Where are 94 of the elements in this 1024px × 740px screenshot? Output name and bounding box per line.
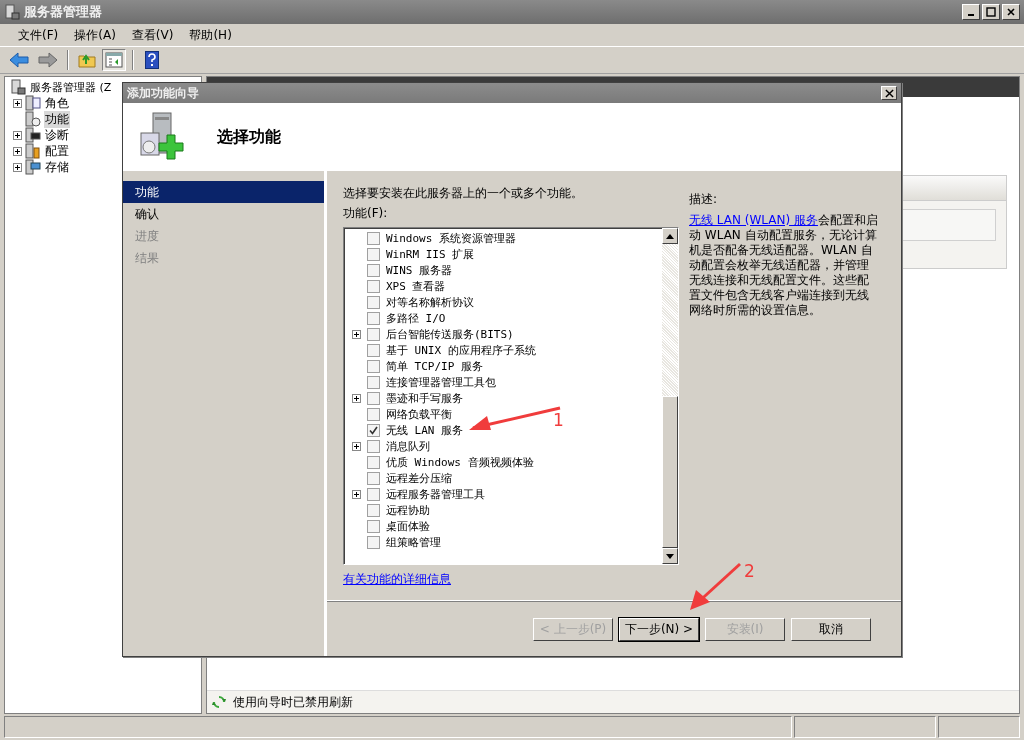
tree-item[interactable]: 服务器管理器 (Z — [29, 79, 113, 95]
checkbox[interactable] — [367, 247, 380, 261]
refresh-icon — [211, 694, 227, 710]
checkbox[interactable] — [367, 503, 380, 517]
tools-icon — [25, 143, 41, 159]
pane-toggle-button[interactable] — [102, 49, 126, 71]
step-item[interactable]: 确认 — [123, 203, 324, 225]
expand-icon[interactable] — [13, 98, 22, 108]
scroll-up-icon[interactable] — [666, 233, 674, 239]
feature-label[interactable]: 消息队列 — [386, 438, 430, 454]
storage-icon — [25, 159, 41, 175]
feature-label[interactable]: 远程协助 — [386, 502, 430, 518]
status-text: 使用向导时已禁用刷新 — [233, 693, 353, 711]
checkbox[interactable] — [367, 343, 380, 357]
expand-icon[interactable] — [13, 130, 22, 140]
tree-item[interactable]: 角色 — [44, 94, 70, 112]
description-label: 描述: — [689, 191, 719, 207]
close-icon — [884, 88, 894, 98]
close-button[interactable] — [881, 86, 897, 100]
menu-item[interactable]: 文件(F) — [10, 24, 67, 46]
checkbox[interactable] — [367, 231, 380, 245]
feature-label[interactable]: 远程服务器管理工具 — [386, 486, 485, 502]
feature-label[interactable]: 优质 Windows 音频视频体验 — [386, 454, 534, 470]
menu-item[interactable]: 查看(V) — [123, 24, 182, 46]
feature-label[interactable]: 基于 UNIX 的应用程序子系统 — [386, 342, 536, 358]
feature-label[interactable]: 桌面体验 — [386, 518, 430, 534]
server-icon — [4, 4, 20, 20]
feature-label[interactable]: 墨迹和手写服务 — [386, 390, 463, 406]
checkbox[interactable] — [367, 295, 380, 309]
checkbox[interactable] — [367, 407, 380, 421]
checkbox[interactable] — [367, 519, 380, 533]
annotation-number: 2 — [744, 561, 755, 581]
scrollbar[interactable] — [662, 228, 678, 564]
feature-label[interactable]: 对等名称解析协议 — [386, 294, 474, 310]
expand-icon[interactable] — [13, 146, 22, 156]
checkbox[interactable] — [367, 279, 380, 293]
page-heading: 选择功能 — [217, 126, 281, 148]
tree-item[interactable]: 诊断 — [44, 126, 70, 144]
maximize-icon — [986, 7, 996, 17]
feature-label[interactable]: 无线 LAN 服务 — [386, 422, 464, 438]
checkbox[interactable] — [367, 439, 380, 453]
tree-item[interactable]: 配置 — [44, 142, 70, 160]
feature-label[interactable]: 组策略管理 — [386, 534, 441, 550]
checkbox[interactable] — [367, 263, 380, 277]
menu-item[interactable]: 帮助(H) — [181, 24, 240, 46]
checkbox[interactable] — [367, 359, 380, 373]
menu-item[interactable]: 操作(A) — [66, 24, 124, 46]
tree-item[interactable]: 功能 — [44, 110, 70, 128]
feature-label[interactable]: 远程差分压缩 — [386, 470, 452, 486]
checkbox[interactable] — [367, 391, 380, 405]
monitor-icon — [25, 127, 41, 143]
details-link[interactable]: 有关功能的详细信息 — [343, 571, 451, 588]
scroll-down-icon[interactable] — [666, 553, 674, 559]
server-icon — [25, 111, 41, 127]
feature-label[interactable]: 多路径 I/O — [386, 310, 446, 326]
checkbox[interactable] — [367, 327, 380, 341]
window-title: 服务器管理器 — [24, 3, 102, 21]
checkbox[interactable] — [367, 455, 380, 469]
minimize-icon — [968, 14, 974, 16]
checkbox[interactable] — [367, 471, 380, 485]
dialog-title: 添加功能向导 — [127, 84, 199, 102]
annotation-number: 1 — [553, 410, 564, 430]
feature-label[interactable]: XPS 查看器 — [386, 278, 446, 294]
close-icon — [1006, 7, 1016, 17]
expand-icon[interactable] — [352, 441, 361, 451]
close-button[interactable] — [1002, 4, 1020, 20]
server-icon — [10, 79, 26, 95]
feature-label[interactable]: Windows 系统资源管理器 — [386, 230, 516, 246]
expand-icon[interactable] — [352, 329, 361, 339]
dialog-button[interactable]: 下一步(N) > — [619, 617, 699, 641]
expand-icon[interactable] — [352, 393, 361, 403]
tree-item[interactable]: 存储 — [44, 158, 70, 176]
feature-link[interactable]: 无线 LAN (WLAN) 服务 — [689, 213, 818, 227]
checkbox[interactable] — [367, 423, 380, 437]
maximize-button[interactable] — [982, 4, 1000, 20]
feature-label[interactable]: 网络负载平衡 — [386, 406, 452, 422]
document-icon — [25, 95, 41, 111]
step-item[interactable]: 功能 — [123, 181, 324, 203]
expand-icon[interactable] — [13, 162, 22, 172]
feature-label[interactable]: 简单 TCP/IP 服务 — [386, 358, 483, 374]
instruction-text: 选择要安装在此服务器上的一个或多个功能。 — [343, 185, 584, 201]
minimize-button[interactable] — [962, 4, 980, 20]
checkbox[interactable] — [367, 535, 380, 549]
list-label: 功能(F): — [343, 205, 389, 221]
dialog-button[interactable]: 取消 — [791, 617, 871, 641]
feature-label[interactable]: WinRM IIS 扩展 — [386, 246, 475, 262]
checkbox[interactable] — [367, 487, 380, 501]
expand-icon[interactable] — [352, 489, 361, 499]
feature-label[interactable]: WINS 服务器 — [386, 262, 453, 278]
checkbox[interactable] — [367, 311, 380, 325]
feature-label[interactable]: 后台智能传送服务(BITS) — [386, 326, 514, 342]
checkbox[interactable] — [367, 375, 380, 389]
feature-label[interactable]: 连接管理器管理工具包 — [386, 374, 496, 390]
description-text: 无线 LAN (WLAN) 服务会配置和启动 WLAN 自动配置服务，无论计算机是否配备无线适配器。WLAN 自动配置会枚举无线适配器，并管理无线连接和无线配置文件。这些配置文件包含无线客户端连接到无线网络时所需的设置信息。 — [689, 213, 879, 318]
